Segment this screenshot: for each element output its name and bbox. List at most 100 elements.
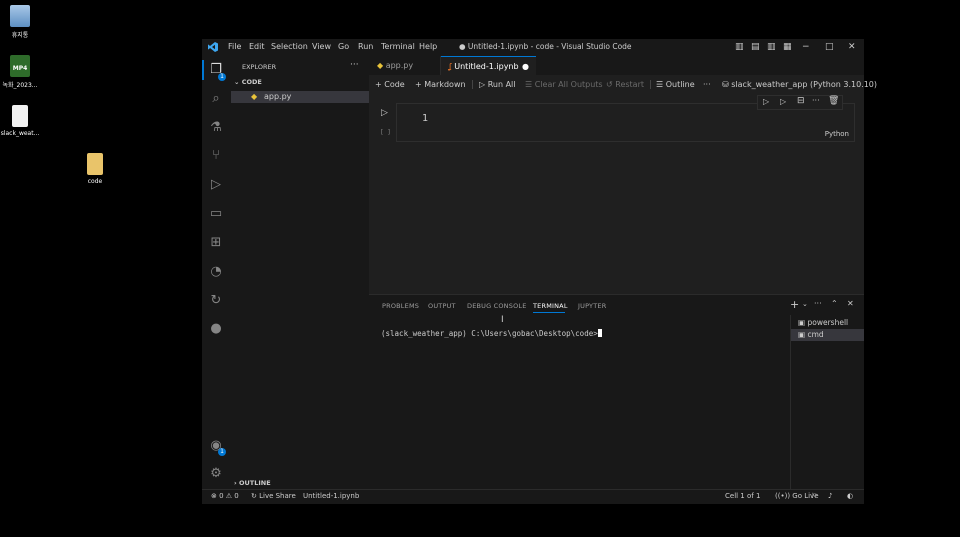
maximize-icon[interactable]: □	[825, 42, 834, 52]
folder-icon	[87, 153, 103, 175]
menu-edit[interactable]: Edit	[249, 42, 265, 51]
outline-button[interactable]: ☰ Outline	[656, 80, 695, 89]
tab-output[interactable]: OUTPUT	[428, 302, 456, 310]
live-share-status[interactable]: ↻ Live Share	[251, 492, 296, 500]
tab-untitled-ipynb[interactable]: ʆ Untitled-1.ipynb ●	[441, 56, 536, 75]
toolbar-more-button[interactable]: ···	[703, 80, 711, 89]
panel-more-icon[interactable]: ···	[814, 299, 822, 308]
run-cell-button[interactable]: ▷	[381, 108, 388, 118]
toggle-panel-icon[interactable]: ▤	[751, 42, 760, 52]
toolbar-separator	[650, 80, 651, 89]
menu-selection[interactable]: Selection	[271, 42, 308, 51]
testing-flask-icon[interactable]: ⚗	[208, 120, 224, 136]
activity-bar: ❐ 1 ⌕ ⚗ ⑂ ▷ ▭ ⊞ ◔ ↻ ● ◉ 1 ⚙	[202, 56, 231, 489]
notebook-file-icon: ʆ	[449, 62, 452, 71]
desktop-icon-code-folder[interactable]: code	[75, 153, 115, 185]
mouse-cursor-ibeam-icon: I	[501, 315, 504, 325]
terminal-item-cmd[interactable]: ▣ cmd	[791, 329, 864, 341]
toggle-primary-sidebar-icon[interactable]: ▥	[735, 42, 744, 52]
tab-bar: ◆ app.py ʆ Untitled-1.ipynb ●	[369, 56, 864, 75]
cell-toolbar: ▷ ▷ ⊟ ··· 🗑	[757, 95, 843, 110]
extensions-icon[interactable]: ⊞	[208, 235, 224, 251]
terminal-item-powershell[interactable]: ▣ powershell	[791, 317, 864, 329]
close-icon[interactable]: ✕	[848, 42, 856, 52]
add-code-cell-button[interactable]: + Code	[375, 80, 405, 89]
outline-label: OUTLINE	[238, 479, 271, 487]
menu-file[interactable]: File	[228, 42, 241, 51]
copilot-status-icon[interactable]: ◐	[847, 492, 853, 500]
unsaved-dot-icon[interactable]: ●	[522, 57, 529, 76]
tab-jupyter[interactable]: JUPYTER	[578, 302, 606, 310]
explorer-badge: 1	[218, 73, 226, 81]
cell-position[interactable]: Cell 1 of 1	[725, 492, 760, 500]
problems-indicator[interactable]: ⊗ 0 ⚠ 0	[211, 492, 239, 500]
restart-button[interactable]: ↺ Restart	[606, 80, 644, 89]
terminal-dropdown-chevron-icon[interactable]: ⌄	[802, 300, 808, 308]
kernel-picker[interactable]: ⛁ slack_weather_app (Python 3.10.10)	[722, 80, 877, 89]
source-control-icon[interactable]: ⑂	[208, 148, 224, 164]
terminal-output[interactable]: (slack_weather_app) C:\Users\gobac\Deskt…	[381, 329, 602, 338]
desktop-icon-label: slack_weat...	[0, 130, 40, 137]
outline-section-header[interactable]: › OUTLINE	[234, 479, 271, 487]
editor-area: ◆ app.py ʆ Untitled-1.ipynb ● + Code + M…	[369, 56, 877, 294]
split-cell-icon[interactable]: ⊟	[797, 96, 805, 106]
live-share-icon[interactable]: ↻	[208, 293, 224, 309]
customize-layout-icon[interactable]: ▦	[783, 42, 792, 52]
desktop-icon-recycle-bin[interactable]: 휴지통	[0, 5, 40, 39]
tab-label: app.py	[385, 61, 414, 70]
notifications-bell-icon[interactable]: ♪	[828, 492, 832, 500]
delete-cell-icon[interactable]: 🗑	[828, 96, 839, 106]
status-file-name[interactable]: Untitled-1.ipynb	[303, 492, 359, 500]
execute-above-icon[interactable]: ▷	[763, 97, 769, 106]
execute-below-icon[interactable]: ▷	[780, 97, 786, 106]
tab-debug-console[interactable]: DEBUG CONSOLE	[467, 302, 527, 310]
cell-more-icon[interactable]: ···	[812, 96, 820, 105]
close-panel-icon[interactable]: ✕	[847, 299, 854, 308]
terminal-cursor	[597, 329, 602, 337]
manage-gear-icon[interactable]: ⚙	[208, 466, 224, 482]
tab-terminal[interactable]: TERMINAL	[533, 302, 568, 310]
explorer-sidebar: EXPLORER ··· ⌄ CODE ◆ app.py › OUTLINE	[231, 56, 370, 489]
folder-section-header[interactable]: ⌄ CODE	[234, 78, 262, 86]
menu-view[interactable]: View	[312, 42, 331, 51]
maximize-panel-icon[interactable]: ⌃	[831, 299, 838, 308]
cell-language-label[interactable]: Python	[825, 130, 849, 138]
add-markdown-cell-button[interactable]: + Markdown	[415, 80, 466, 89]
recycle-bin-icon	[10, 5, 30, 27]
terminal-icon: ▣	[798, 330, 806, 339]
remote-explorer-icon[interactable]: ▭	[208, 206, 224, 222]
chevron-down-icon: ⌄	[234, 78, 240, 86]
toggle-secondary-sidebar-icon[interactable]: ▥	[767, 42, 776, 52]
github-icon[interactable]: ●	[208, 321, 224, 337]
tab-app-py[interactable]: ◆ app.py	[369, 56, 441, 75]
desktop-icon-python-file[interactable]: slack_weat...	[0, 105, 40, 137]
status-bar: ⊗ 0 ⚠ 0 ↻ Live Share Untitled-1.ipynb Ce…	[202, 489, 864, 504]
minimize-icon[interactable]: −	[802, 42, 810, 52]
tab-problems[interactable]: PROBLEMS	[382, 302, 419, 310]
clear-all-outputs-button[interactable]: ☰ Clear All Outputs	[525, 80, 603, 89]
menu-go[interactable]: Go	[338, 42, 349, 51]
run-all-button[interactable]: ▷ Run All	[479, 80, 516, 89]
new-terminal-icon[interactable]: +	[790, 298, 799, 311]
python-file-icon: ◆	[377, 61, 384, 70]
git-graph-icon[interactable]: ◔	[208, 264, 224, 280]
desktop-icon-mp4[interactable]: MP4 녹화_2023...	[0, 55, 40, 89]
file-item-app-py[interactable]: ◆ app.py	[231, 91, 369, 103]
search-icon[interactable]: ⌕	[208, 91, 224, 107]
sidebar-more-icon[interactable]: ···	[350, 60, 359, 70]
desktop-icon-label: 휴지통	[11, 32, 29, 39]
notebook-toolbar: + Code + Markdown ▷ Run All ☰ Clear All …	[369, 75, 877, 94]
menu-help[interactable]: Help	[419, 42, 437, 51]
run-debug-icon[interactable]: ▷	[208, 177, 224, 193]
window-title: ● Untitled-1.ipynb - code - Visual Studi…	[459, 42, 632, 51]
terminal-list: ▣ powershell ▣ cmd	[790, 315, 865, 490]
python-file-icon	[12, 105, 28, 127]
menu-terminal[interactable]: Terminal	[381, 42, 415, 51]
bottom-panel: PROBLEMS OUTPUT DEBUG CONSOLE TERMINAL J…	[369, 294, 864, 490]
feedback-icon[interactable]: ⚐	[811, 492, 817, 500]
vscode-logo-icon	[208, 42, 218, 52]
menu-run[interactable]: Run	[358, 42, 373, 51]
accounts-badge: 1	[218, 448, 226, 456]
active-tab-underline	[533, 312, 565, 313]
terminal-icon: ▣	[798, 318, 806, 327]
